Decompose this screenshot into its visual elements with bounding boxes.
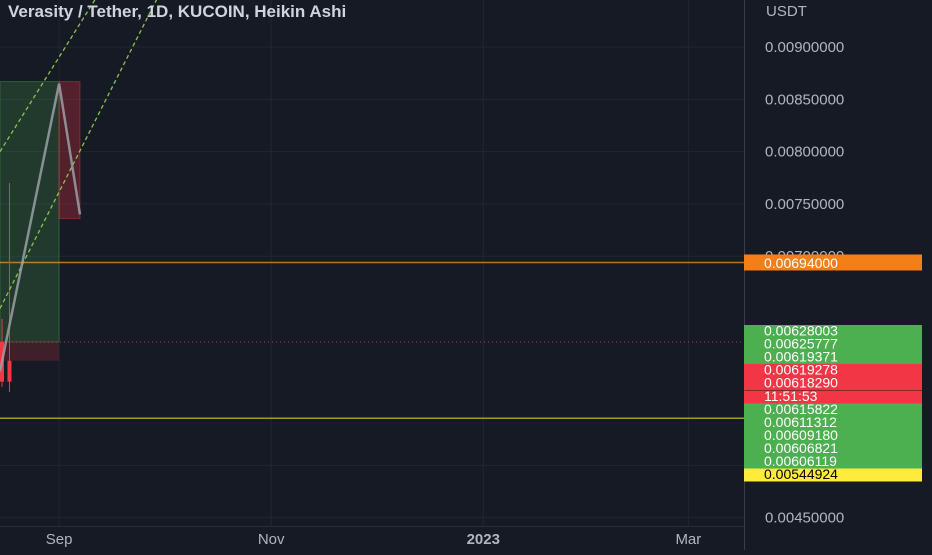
chart-svg[interactable]: 0.00900000 0.00850000 0.00800000 0.00750000… bbox=[0, 0, 932, 550]
candle-body bbox=[7, 360, 12, 382]
price-tick-label: 0.00450000 bbox=[765, 510, 844, 527]
time-tick-label: 2023 bbox=[467, 531, 500, 548]
chart-title: Verasity / Tether, 1D, KUCOIN, Heikin As… bbox=[8, 2, 347, 21]
price-label-text: 0.00544924 bbox=[764, 466, 838, 482]
chart-root[interactable]: 0.00900000 0.00850000 0.00800000 0.00750000… bbox=[0, 0, 932, 550]
price-tick-label: 0.00750000 bbox=[765, 196, 844, 213]
time-tick-label: Nov bbox=[258, 531, 285, 548]
long-position-loss-zone bbox=[0, 341, 60, 361]
currency-label: USDT bbox=[766, 3, 807, 20]
price-label-text: 0.00694000 bbox=[764, 255, 838, 271]
hlines-layer bbox=[0, 261, 744, 420]
time-axis-layer[interactable]: Sep Nov 2023 Mar bbox=[0, 526, 744, 549]
time-tick-label: Sep bbox=[46, 531, 73, 548]
price-tick-label: 0.00900000 bbox=[765, 39, 844, 56]
price-tick-label: 0.00800000 bbox=[765, 144, 844, 161]
time-tick-label: Mar bbox=[675, 531, 701, 548]
price-tick-label: 0.00850000 bbox=[765, 91, 844, 108]
